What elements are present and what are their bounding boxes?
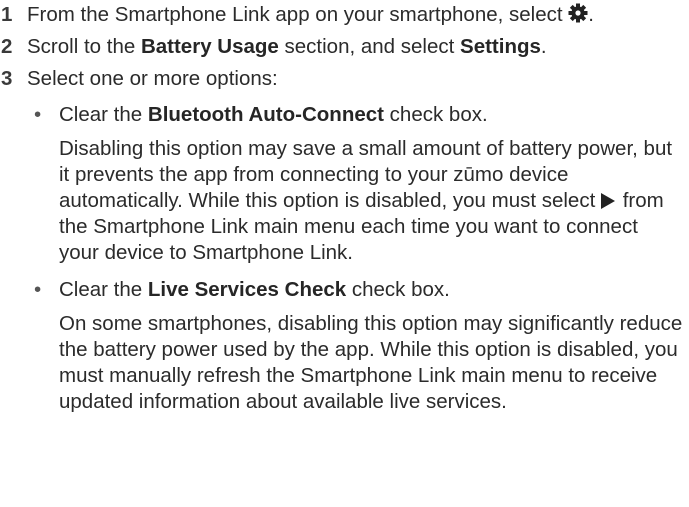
step-text: section, and select xyxy=(278,35,461,58)
option-text: Clear the xyxy=(59,278,148,301)
settings-label: Settings xyxy=(460,35,541,58)
step-number: 2 xyxy=(1,35,13,58)
bullet-icon: • xyxy=(34,278,42,301)
step-text-end: . xyxy=(588,3,594,26)
step-2: 2 Scroll to the Battery Usage section, a… xyxy=(0,34,683,60)
option-line: Clear the Live Services Check check box. xyxy=(59,277,683,303)
play-icon xyxy=(601,193,615,209)
bluetooth-auto-connect-label: Bluetooth Auto-Connect xyxy=(147,103,384,126)
gear-icon xyxy=(568,3,588,23)
step-text-end: . xyxy=(540,35,547,58)
option-text: Clear the xyxy=(59,103,148,126)
step-number: 1 xyxy=(1,3,13,26)
battery-usage-label: Battery Usage xyxy=(140,35,279,58)
option-line: Clear the Bluetooth Auto-Connect check b… xyxy=(59,102,683,128)
options-list: • Clear the Bluetooth Auto-Connect check… xyxy=(27,102,683,415)
list-item: • Clear the Live Services Check check bo… xyxy=(27,277,683,415)
bullet-icon: • xyxy=(34,103,42,126)
live-services-check-label: Live Services Check xyxy=(147,278,347,301)
instructions-page: 1 From the Smartphone Link app on your s… xyxy=(0,0,689,507)
option-text-end: check box. xyxy=(346,278,450,301)
step-text: Scroll to the xyxy=(27,35,141,58)
step-number: 3 xyxy=(1,67,13,90)
option-text-end: check box. xyxy=(383,103,488,126)
option-note: Disabling this option may save a small a… xyxy=(59,136,683,266)
note-text: Disabling this option may save a small a… xyxy=(59,137,673,212)
list-item: • Clear the Bluetooth Auto-Connect check… xyxy=(27,102,683,266)
step-text: From the Smartphone Link app on your sma… xyxy=(27,3,563,26)
step-1: 1 From the Smartphone Link app on your s… xyxy=(0,2,683,28)
step-3: 3 Select one or more options: • Clear th… xyxy=(0,66,683,415)
option-note: On some smartphones, disabling this opti… xyxy=(59,312,683,413)
step-text: Select one or more options: xyxy=(27,67,278,90)
